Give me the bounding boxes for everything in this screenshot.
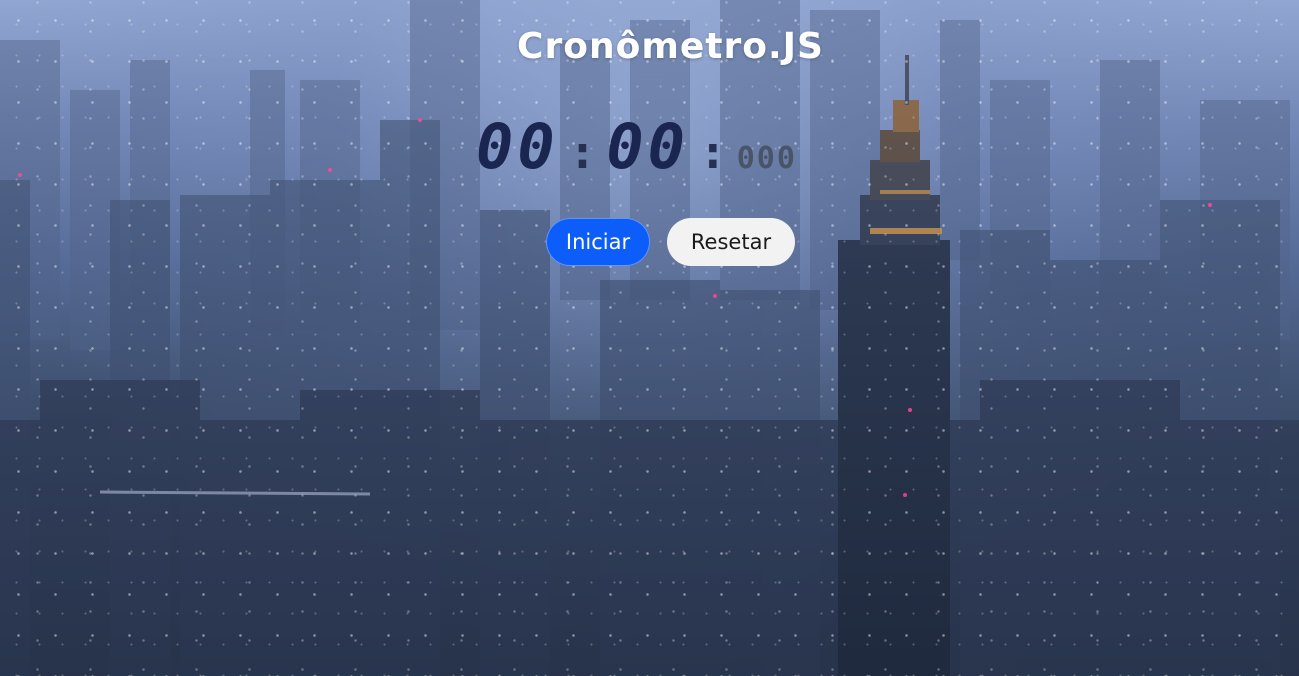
start-button[interactable]: Iniciar	[546, 218, 650, 266]
page-title: Cronômetro.JS	[517, 26, 824, 67]
timer-milliseconds: 000	[736, 141, 797, 176]
timer-seconds: 00	[606, 110, 690, 183]
timer-separator: :	[699, 125, 727, 179]
stopwatch-app: Cronômetro.JS 00 : 00 : 000 Iniciar Rese…	[0, 0, 1299, 676]
timer-minutes: 00	[476, 110, 559, 183]
timer-display: 00 : 00 : 000	[476, 110, 856, 183]
timer-separator: :	[568, 125, 597, 179]
reset-button[interactable]: Resetar	[667, 218, 795, 266]
